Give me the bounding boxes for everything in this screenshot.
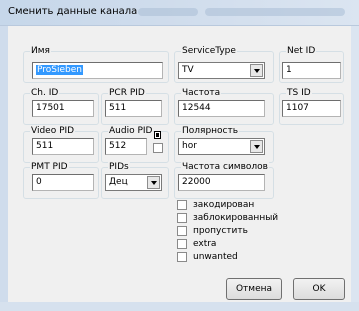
frequency-value: 12544 — [182, 103, 211, 113]
name-value: ProSieben — [36, 65, 83, 75]
polarity-caption: Полярность — [181, 125, 240, 137]
name-input[interactable]: ProSieben — [32, 62, 163, 79]
audio-pid-list-icon[interactable] — [154, 131, 161, 139]
window-title: Сменить данные канала — [8, 6, 138, 17]
net-id-caption: Net ID — [286, 45, 317, 57]
skip-label: пропустить — [193, 226, 248, 236]
audio-pid-caption: Audio PID — [108, 125, 154, 137]
ch-id-caption: Ch. ID — [30, 87, 60, 99]
pmt-pid-value: 0 — [36, 177, 42, 187]
pids-select[interactable]: Дец — [105, 174, 162, 191]
title-bar-background-blur — [205, 8, 345, 16]
frequency-caption: Частота — [181, 87, 222, 99]
service-type-value: TV — [182, 65, 194, 75]
extra-checkbox[interactable] — [177, 239, 187, 249]
ts-id-value: 1107 — [286, 103, 309, 113]
unwanted-checkbox[interactable] — [177, 252, 187, 262]
video-pid-caption: Video PID — [30, 125, 76, 137]
audio-pid-input[interactable]: 512 — [105, 138, 147, 155]
net-id-input[interactable]: 1 — [282, 62, 341, 79]
skip-checkbox[interactable] — [177, 226, 187, 236]
polarity-select[interactable]: hor — [178, 138, 265, 155]
symbol-rate-value: 22000 — [182, 177, 211, 187]
symbol-rate-caption: Частота символов — [181, 161, 269, 173]
window-frame-right — [351, 26, 359, 311]
ts-id-input[interactable]: 1107 — [282, 100, 341, 117]
chevron-down-icon[interactable] — [250, 64, 263, 77]
chevron-down-icon[interactable] — [250, 140, 263, 153]
unwanted-label: unwanted — [193, 252, 238, 262]
cancel-button[interactable]: Отмена — [226, 278, 282, 300]
title-bar-background-blur — [138, 8, 198, 16]
chevron-down-icon[interactable] — [147, 176, 160, 189]
frequency-input[interactable]: 12544 — [178, 100, 265, 117]
encrypted-label: закодирован — [193, 200, 255, 210]
pmt-pid-caption: PMT PID — [30, 161, 69, 173]
video-pid-value: 511 — [36, 141, 54, 151]
blocked-label: заблокированный — [193, 213, 279, 223]
symbol-rate-input[interactable]: 22000 — [178, 174, 265, 191]
pids-caption: PIDs — [108, 161, 130, 173]
net-id-value: 1 — [286, 65, 292, 75]
pcr-pid-input[interactable]: 511 — [105, 100, 162, 117]
polarity-value: hor — [182, 141, 197, 151]
pcr-pid-value: 511 — [109, 103, 127, 113]
extra-label: extra — [193, 239, 217, 249]
window-frame-bottom — [0, 302, 359, 311]
pcr-pid-caption: PCR PID — [108, 87, 146, 99]
window-frame-left — [0, 26, 8, 311]
service-type-select[interactable]: TV — [178, 62, 265, 79]
ts-id-caption: TS ID — [286, 87, 312, 99]
pmt-pid-input[interactable]: 0 — [32, 174, 94, 191]
audio-pid-checkbox[interactable] — [153, 143, 163, 153]
service-type-caption: ServiceType — [181, 45, 237, 57]
audio-pid-value: 512 — [109, 141, 127, 151]
blocked-checkbox[interactable] — [177, 213, 187, 223]
title-bar[interactable]: Сменить данные канала — [0, 0, 359, 26]
pids-value: Дец — [109, 177, 128, 187]
encrypted-checkbox[interactable] — [177, 200, 187, 210]
ok-button[interactable]: OK — [293, 278, 345, 300]
video-pid-input[interactable]: 511 — [32, 138, 94, 155]
ch-id-input[interactable]: 17501 — [32, 100, 94, 117]
name-caption: Имя — [30, 45, 51, 57]
ch-id-value: 17501 — [36, 103, 65, 113]
